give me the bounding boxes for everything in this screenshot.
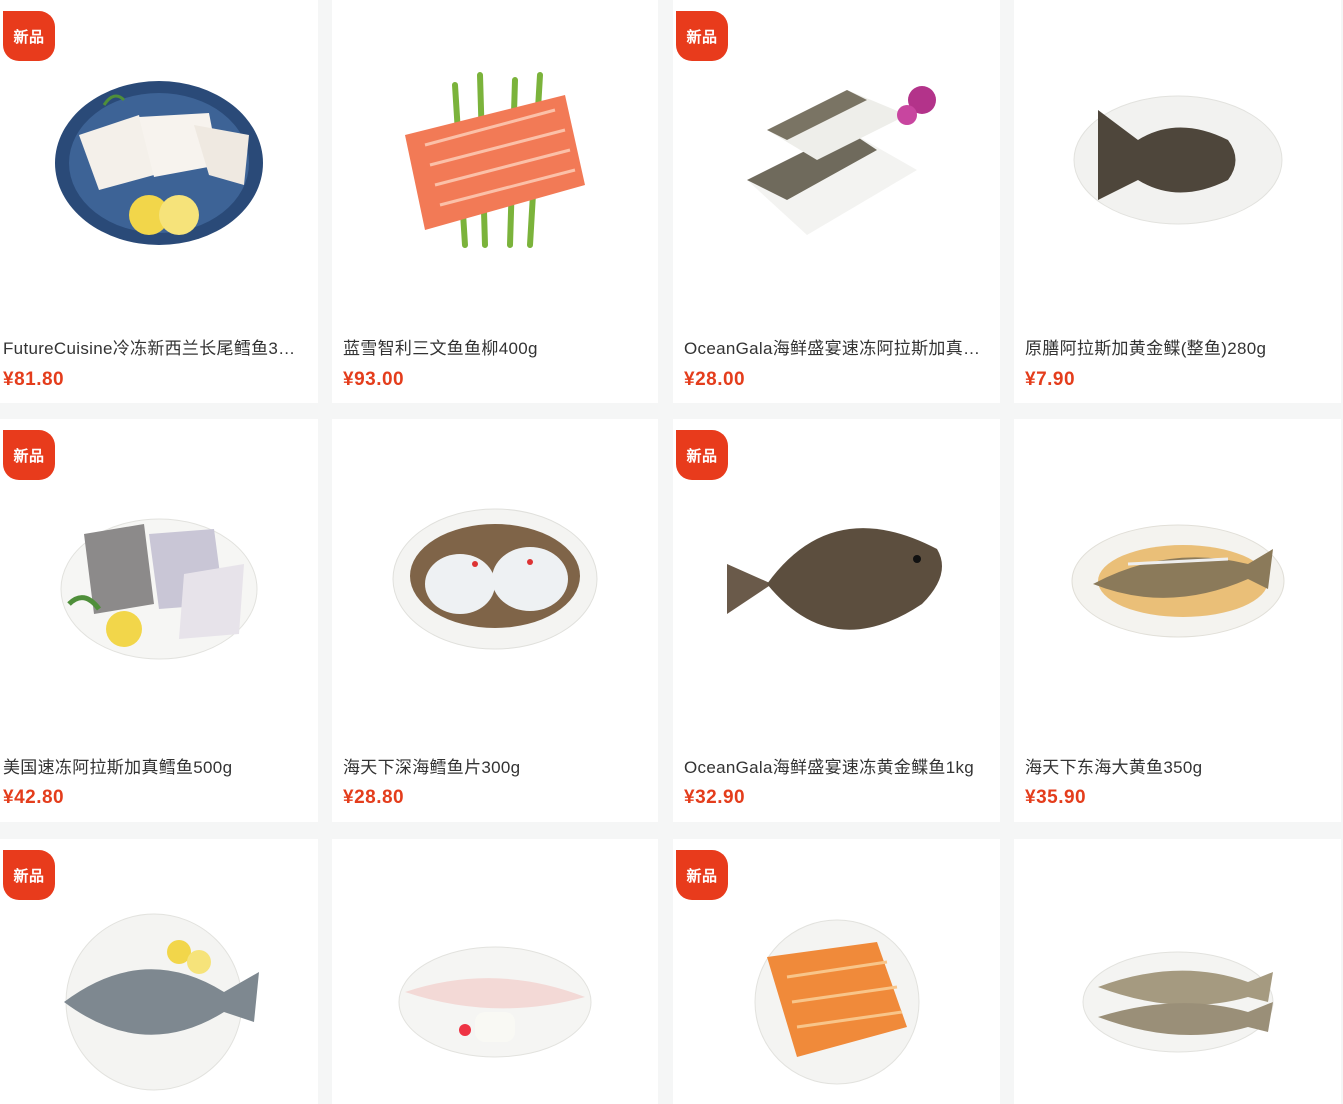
product-card[interactable]: 新品 OceanGala海鲜盛宴速冻阿拉斯加真… ¥28.00 bbox=[673, 0, 1000, 403]
croaker-icon bbox=[1082, 951, 1273, 1052]
cod-pieces-icon bbox=[60, 518, 258, 660]
product-card[interactable]: 新品 FutureCuisine冷冻新西兰长尾鳕鱼3… ¥81.80 bbox=[0, 0, 318, 403]
salmon-icon bbox=[405, 72, 585, 248]
product-title[interactable]: 原膳阿拉斯加黄金鲽(整鱼)280g bbox=[1025, 334, 1333, 359]
flatfish-fillet-icon bbox=[746, 86, 936, 235]
braised-fish-icon bbox=[1071, 524, 1284, 638]
product-title[interactable]: OceanGala海鲜盛宴速冻阿拉斯加真… bbox=[684, 334, 992, 359]
flounder-icon bbox=[726, 528, 942, 630]
product-card[interactable]: 海天下深海鳕鱼片300g ¥28.80 bbox=[332, 419, 658, 822]
product-image[interactable] bbox=[332, 0, 658, 320]
cod-fillet-icon bbox=[55, 81, 263, 245]
product-image[interactable] bbox=[673, 839, 1000, 1104]
product-title[interactable]: 蓝雪智利三文鱼鱼柳400g bbox=[343, 334, 650, 359]
product-title[interactable]: FutureCuisine冷冻新西兰长尾鳕鱼3… bbox=[3, 334, 310, 359]
product-card[interactable]: 原膳阿拉斯加黄金鲽(整鱼)280g ¥7.90 bbox=[1014, 0, 1341, 403]
pomfret-icon bbox=[64, 913, 259, 1090]
product-price: ¥28.00 bbox=[684, 369, 746, 390]
product-card[interactable]: 新品 OceanGala海鲜盛宴速冻黄金鲽鱼1kg ¥32.90 bbox=[673, 419, 1000, 822]
product-image[interactable] bbox=[332, 419, 658, 739]
product-image[interactable] bbox=[1014, 0, 1341, 320]
product-price: ¥93.00 bbox=[343, 369, 405, 390]
product-card[interactable]: 新品 bbox=[673, 839, 1000, 1104]
product-price: ¥32.90 bbox=[684, 787, 746, 808]
product-title[interactable]: 海天下东海大黄鱼350g bbox=[1025, 753, 1333, 778]
product-image[interactable] bbox=[0, 419, 318, 739]
product-card[interactable]: 蓝雪智利三文鱼鱼柳400g ¥93.00 bbox=[332, 0, 658, 403]
product-card[interactable]: 新品 美国速冻阿拉斯加真鳕鱼500g ¥42.80 bbox=[0, 419, 318, 822]
product-image[interactable] bbox=[332, 839, 658, 1104]
flounder-plate-icon bbox=[1073, 95, 1282, 225]
product-image[interactable] bbox=[0, 839, 318, 1104]
product-price: ¥42.80 bbox=[3, 787, 65, 808]
product-price: ¥35.90 bbox=[1025, 787, 1087, 808]
product-image[interactable] bbox=[673, 0, 1000, 320]
product-card[interactable]: 海天下东海大黄鱼350g ¥35.90 bbox=[1014, 419, 1341, 822]
product-image[interactable] bbox=[673, 419, 1000, 739]
product-card[interactable]: 新品 bbox=[0, 839, 318, 1104]
smoked-fillet-icon bbox=[754, 919, 919, 1084]
product-image[interactable] bbox=[0, 0, 318, 320]
product-card[interactable] bbox=[1014, 839, 1341, 1104]
product-card[interactable] bbox=[332, 839, 658, 1104]
product-price: ¥28.80 bbox=[343, 787, 405, 808]
product-title[interactable]: 海天下深海鳕鱼片300g bbox=[343, 753, 650, 778]
product-price: ¥7.90 bbox=[1025, 369, 1076, 390]
steamed-cod-icon bbox=[392, 508, 598, 650]
basa-fillet-icon bbox=[398, 946, 592, 1057]
product-image[interactable] bbox=[1014, 419, 1341, 739]
product-grid: 新品 FutureCuisine冷冻新西兰长尾鳕鱼3… ¥81.80 蓝雪智利三… bbox=[0, 0, 1343, 1104]
product-title[interactable]: OceanGala海鲜盛宴速冻黄金鲽鱼1kg bbox=[684, 753, 992, 778]
product-title[interactable]: 美国速冻阿拉斯加真鳕鱼500g bbox=[3, 753, 310, 778]
product-price: ¥81.80 bbox=[3, 369, 65, 390]
product-image[interactable] bbox=[1014, 839, 1341, 1104]
